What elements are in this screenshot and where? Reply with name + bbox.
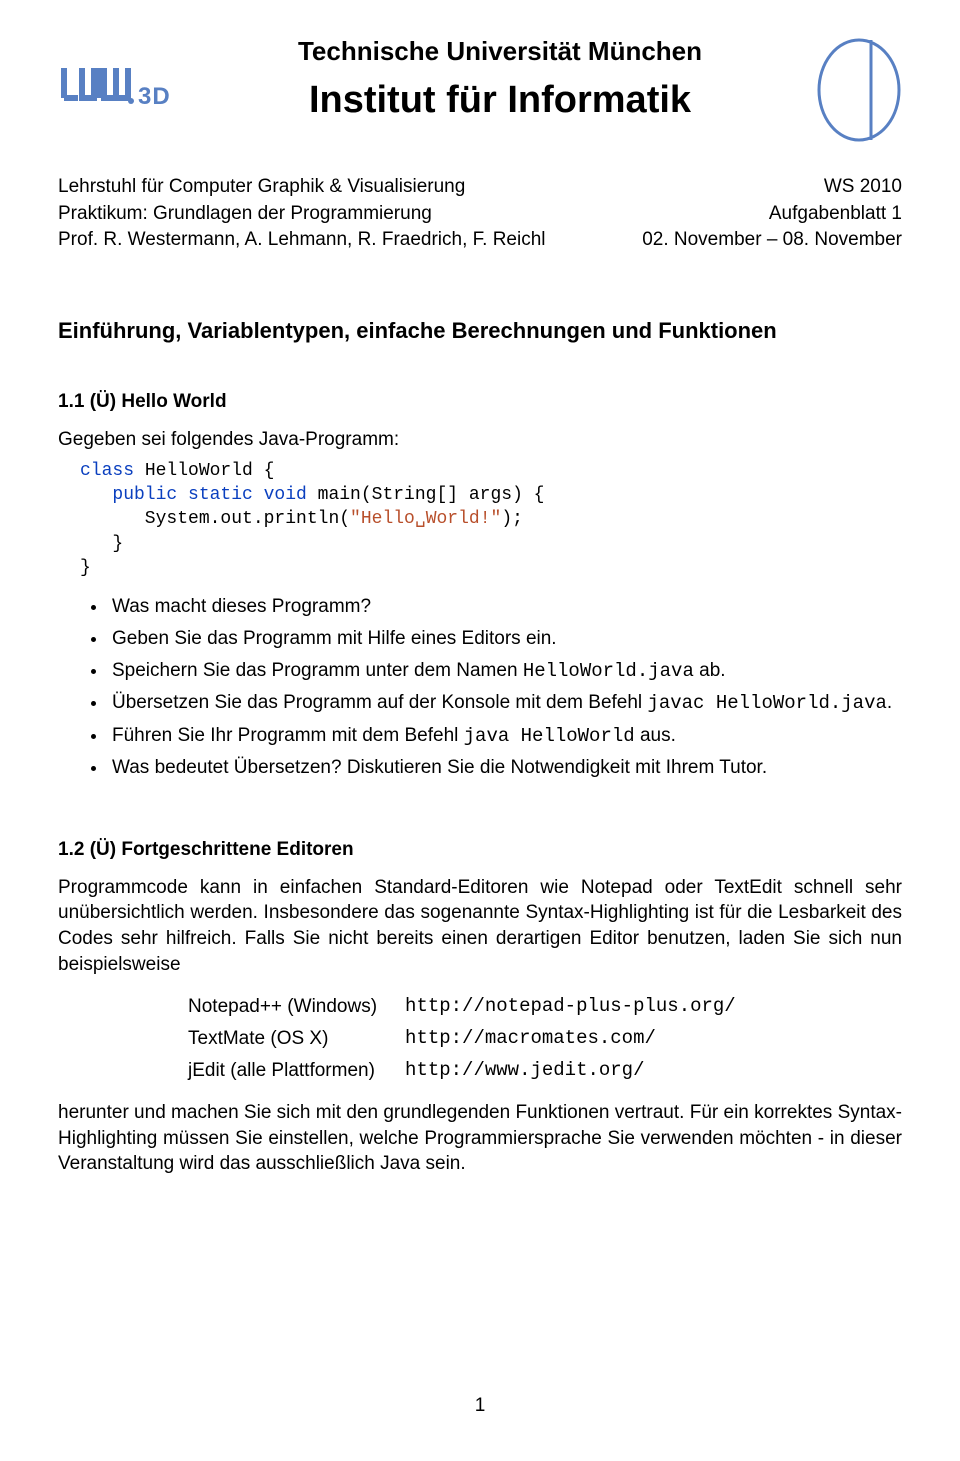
table-row: jEdit (alle Plattformen) http://www.jedi…	[188, 1055, 750, 1087]
editors-table: Notepad++ (Windows) http://notepad-plus-…	[188, 991, 750, 1086]
semester-line: WS 2010	[642, 174, 902, 201]
code-block: class HelloWorld { public static void ma…	[80, 459, 902, 580]
exercise-2-para-1: Programmcode kann in einfachen Standard-…	[58, 875, 902, 978]
lecturers-line: Prof. R. Westermann, A. Lehmann, R. Frae…	[58, 227, 546, 254]
exercise-2-para-2: herunter und machen Sie sich mit den gru…	[58, 1100, 902, 1177]
exercise-1-title: 1.1 (Ü) Hello World	[58, 389, 902, 415]
page-number: 1	[0, 1393, 960, 1419]
editor-name: jEdit (alle Plattformen)	[188, 1055, 391, 1087]
meta-left: Lehrstuhl für Computer Graphik & Visuali…	[58, 174, 546, 254]
meta-row: Lehrstuhl für Computer Graphik & Visuali…	[58, 174, 902, 254]
date-line: 02. November – 08. November	[642, 227, 902, 254]
list-item: Geben Sie das Programm mit Hilfe eines E…	[108, 626, 902, 652]
sheet-line: Aufgabenblatt 1	[642, 201, 902, 228]
institute-name: Institut für Informatik	[208, 75, 792, 126]
document-header: 3D Technische Universität München Instit…	[58, 34, 902, 142]
list-item: Was bedeutet Übersetzen? Diskutieren Sie…	[108, 755, 902, 781]
editor-url: http://notepad-plus-plus.org/	[391, 991, 750, 1023]
list-item: Speichern Sie das Programm unter dem Nam…	[108, 658, 902, 685]
university-name: Technische Universität München	[208, 34, 792, 69]
editor-url: http://www.jedit.org/	[391, 1055, 750, 1087]
editor-url: http://macromates.com/	[391, 1023, 750, 1055]
tum-3d-logo: 3D	[58, 34, 208, 117]
list-item: Übersetzen Sie das Programm auf der Kons…	[108, 690, 902, 717]
table-row: TextMate (OS X) http://macromates.com/	[188, 1023, 750, 1055]
exercise-1-intro: Gegeben sei folgendes Java-Programm:	[58, 427, 902, 453]
editor-name: Notepad++ (Windows)	[188, 991, 391, 1023]
svg-text:3D: 3D	[138, 83, 171, 110]
course-line: Praktikum: Grundlagen der Programmierung	[58, 201, 546, 228]
table-row: Notepad++ (Windows) http://notepad-plus-…	[188, 991, 750, 1023]
section-title: Einführung, Variablentypen, einfache Ber…	[58, 316, 902, 346]
in-tum-logo	[792, 34, 902, 142]
list-item: Was macht dieses Programm?	[108, 594, 902, 620]
exercise-2-title: 1.2 (Ü) Fortgeschrittene Editoren	[58, 837, 902, 863]
exercise-1-bullets: Was macht dieses Programm? Geben Sie das…	[58, 594, 902, 781]
list-item: Führen Sie Ihr Programm mit dem Befehl j…	[108, 723, 902, 750]
meta-right: WS 2010 Aufgabenblatt 1 02. November – 0…	[642, 174, 902, 254]
chair-line: Lehrstuhl für Computer Graphik & Visuali…	[58, 174, 546, 201]
title-block: Technische Universität München Institut …	[208, 34, 792, 126]
editor-name: TextMate (OS X)	[188, 1023, 391, 1055]
